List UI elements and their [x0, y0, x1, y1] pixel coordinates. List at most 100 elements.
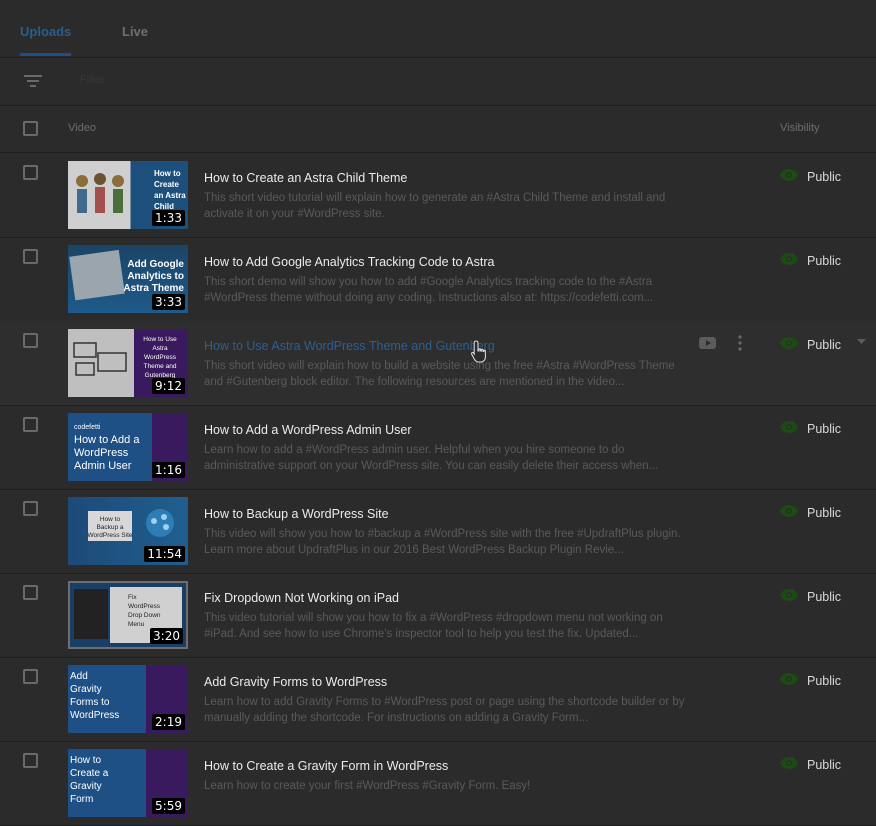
visibility-dropdown-icon[interactable] [857, 339, 866, 345]
visibility-label: Public [807, 254, 842, 268]
svg-text:How to: How to [154, 169, 181, 178]
channel-content-tabs: Uploads Live [0, 0, 876, 58]
video-thumbnail[interactable]: Add Google Analytics to Astra Theme 3:33 [68, 245, 188, 313]
visibility-label: Public [807, 590, 842, 604]
video-description: Learn how to add Gravity Forms to #WordP… [204, 696, 685, 724]
svg-text:How to: How to [70, 755, 102, 766]
video-description: This short video tutorial will explain h… [204, 192, 666, 220]
video-thumbnail[interactable]: How to Backup a WordPress Site 11:54 [68, 497, 188, 565]
svg-text:Admin User: Admin User [74, 460, 132, 472]
filter-icon[interactable] [24, 74, 42, 93]
visibility-label: Public [807, 338, 842, 352]
eye-icon [780, 589, 798, 601]
svg-text:WordPress: WordPress [144, 354, 177, 361]
table-row[interactable]: Add Google Analytics to Astra Theme 3:33… [0, 237, 876, 322]
visibility-label: Public [807, 758, 842, 772]
visibility-label: Public [807, 170, 842, 184]
svg-text:WordPress Site: WordPress Site [87, 532, 132, 539]
row-checkbox[interactable] [23, 249, 38, 264]
video-thumbnail[interactable]: How to Use Astra WordPress Theme and Gut… [68, 329, 188, 397]
video-title[interactable]: How to Create a Gravity Form in WordPres… [204, 759, 448, 773]
table-row[interactable]: codefetti How to Add a WordPress Admin U… [0, 405, 876, 490]
table-header [0, 106, 876, 153]
filter-input[interactable]: Filter [80, 74, 104, 86]
row-checkbox[interactable] [23, 753, 38, 768]
video-duration: 3:33 [152, 294, 185, 310]
visibility-label: Public [807, 506, 842, 520]
svg-text:WordPress: WordPress [74, 447, 129, 459]
eye-icon [780, 337, 798, 349]
video-duration: 9:12 [152, 378, 185, 394]
svg-text:codefetti: codefetti [74, 424, 101, 431]
svg-text:an Astra: an Astra [154, 191, 186, 200]
svg-text:WordPress: WordPress [128, 603, 161, 610]
row-checkbox[interactable] [23, 417, 38, 432]
table-row[interactable]: How to Backup a WordPress Site 11:54 How… [0, 489, 876, 574]
video-title[interactable]: Fix Dropdown Not Working on iPad [204, 591, 399, 605]
row-checkbox[interactable] [23, 333, 38, 348]
svg-text:Fix: Fix [128, 594, 137, 601]
video-title[interactable]: How to Backup a WordPress Site [204, 507, 389, 521]
video-description: This video will show you how to #backup … [204, 528, 681, 556]
video-thumbnail[interactable]: Fix WordPress Drop Down Menu 3:20 [68, 581, 188, 649]
svg-text:WordPress: WordPress [70, 710, 119, 721]
svg-text:How to: How to [100, 516, 121, 523]
tab-live[interactable]: Live [122, 24, 148, 39]
row-checkbox[interactable] [23, 585, 38, 600]
svg-text:Backup a: Backup a [96, 524, 123, 531]
youtube-icon[interactable] [699, 336, 717, 350]
row-checkbox[interactable] [23, 165, 38, 180]
video-description: Learn how to add a #WordPress admin user… [204, 444, 659, 472]
eye-icon [780, 421, 798, 433]
visibility-label: Public [807, 674, 842, 688]
svg-text:How to Add a: How to Add a [74, 434, 140, 446]
eye-icon [780, 253, 798, 265]
row-checkbox[interactable] [23, 669, 38, 684]
table-row[interactable]: How to Create a Gravity Form 5:59 How to… [0, 741, 876, 826]
svg-text:Menu: Menu [128, 621, 145, 628]
select-all-checkbox[interactable] [23, 121, 38, 136]
video-description: This video tutorial will show you how to… [204, 612, 663, 640]
svg-text:Analytics to: Analytics to [127, 271, 184, 282]
eye-icon [780, 169, 798, 181]
svg-text:Form: Form [70, 794, 93, 805]
video-title[interactable]: How to Use Astra WordPress Theme and Gut… [204, 339, 495, 353]
svg-text:Drop Down: Drop Down [128, 612, 161, 619]
video-description: This short video will explain how to bui… [204, 360, 675, 388]
table-row[interactable]: Add Gravity Forms to WordPress 2:19 Add … [0, 657, 876, 742]
row-checkbox[interactable] [23, 501, 38, 516]
video-thumbnail[interactable]: How to Create a Gravity Form 5:59 [68, 749, 188, 817]
eye-icon [780, 673, 798, 685]
video-duration: 5:59 [152, 798, 185, 814]
video-duration: 3:20 [150, 628, 183, 644]
video-duration: 2:19 [152, 714, 185, 730]
table-row[interactable]: Fix WordPress Drop Down Menu 3:20 Fix Dr… [0, 573, 876, 658]
svg-text:Add: Add [70, 671, 88, 682]
svg-text:Theme and: Theme and [144, 363, 177, 370]
tab-uploads[interactable]: Uploads [20, 24, 71, 39]
active-tab-indicator [20, 53, 71, 56]
table-row[interactable]: How to Use Astra WordPress Theme and Gut… [0, 321, 876, 406]
video-thumbnail[interactable]: Add Gravity Forms to WordPress 2:19 [68, 665, 188, 733]
svg-text:Create: Create [154, 180, 179, 189]
video-title[interactable]: How to Create an Astra Child Theme [204, 171, 407, 185]
eye-icon [780, 757, 798, 769]
column-header-visibility[interactable]: Visibility [780, 122, 820, 134]
video-description: This short demo will show you how to add… [204, 276, 654, 304]
svg-text:Astra Theme: Astra Theme [123, 283, 184, 294]
table-row[interactable]: How to Create an Astra Child 1:33 How to… [0, 153, 876, 238]
filter-bar [0, 58, 876, 106]
svg-text:Astra: Astra [152, 345, 168, 352]
video-thumbnail[interactable]: How to Create an Astra Child 1:33 [68, 161, 188, 229]
more-options-icon[interactable] [737, 335, 743, 351]
video-thumbnail[interactable]: codefetti How to Add a WordPress Admin U… [68, 413, 188, 481]
video-duration: 1:16 [152, 462, 185, 478]
svg-text:Gravity: Gravity [70, 781, 102, 792]
eye-icon [780, 505, 798, 517]
video-title[interactable]: How to Add a WordPress Admin User [204, 423, 412, 437]
video-title[interactable]: How to Add Google Analytics Tracking Cod… [204, 255, 494, 269]
video-title[interactable]: Add Gravity Forms to WordPress [204, 675, 387, 689]
svg-text:How to Use: How to Use [143, 336, 177, 343]
video-duration: 1:33 [152, 210, 185, 226]
column-header-video[interactable]: Video [68, 122, 96, 134]
